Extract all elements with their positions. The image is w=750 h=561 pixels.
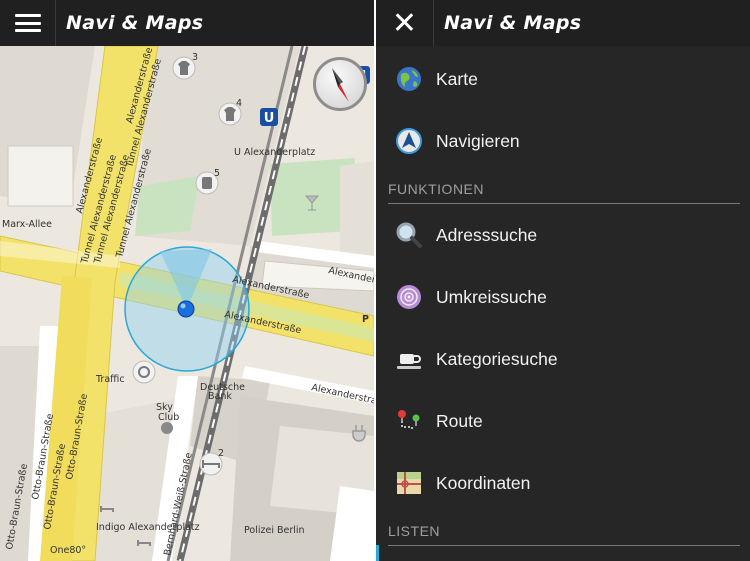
app-title: Navi & Maps — [444, 12, 582, 34]
app-bar: ✕ Navi & Maps — [376, 0, 750, 46]
map-label: 5 — [214, 168, 220, 179]
map-label: Traffic — [95, 374, 125, 385]
traffic-poi-icon[interactable] — [132, 360, 156, 384]
menu-item-karte[interactable]: Karte — [376, 48, 750, 110]
map-label: 4 — [236, 98, 242, 109]
section-title: LISTEN — [388, 523, 441, 539]
compass-needle-icon — [332, 68, 349, 102]
map-screen: Navi & Maps U Alexanderstraße Tunnel Ale… — [0, 0, 374, 561]
map-label: 3 — [192, 52, 198, 63]
map-label: One80° — [50, 545, 86, 556]
menu-item-label: Koordinaten — [436, 472, 531, 493]
map-label: Bank — [208, 391, 232, 402]
app-bar: Navi & Maps — [0, 0, 374, 46]
close-button[interactable]: ✕ — [376, 0, 434, 46]
compass-button[interactable] — [313, 57, 367, 111]
map-label: Indigo Alexanderplatz — [96, 522, 200, 533]
close-icon: ✕ — [391, 5, 418, 41]
menu-item-label: Adresssuche — [436, 224, 538, 245]
map-label: P — [362, 314, 369, 325]
map-label: Polizei Berlin — [244, 525, 305, 536]
navigation-arrow-icon — [394, 126, 424, 156]
subway-u-icon[interactable]: U — [260, 108, 278, 126]
globe-icon — [394, 64, 424, 94]
menu-button[interactable] — [0, 0, 56, 46]
menu-item-navigieren[interactable]: Navigieren — [376, 110, 750, 172]
section-header-funktionen: FUNKTIONEN — [388, 172, 740, 204]
map-label: Club — [158, 412, 179, 423]
drawer-screen: ✕ Navi & Maps Karte Navigieren FUNKTIONE… — [376, 0, 750, 561]
menu-item-adresssuche[interactable]: Adresssuche — [376, 204, 750, 266]
menu-item-kategoriesuche[interactable]: Kategoriesuche — [376, 328, 750, 390]
radius-search-icon — [394, 282, 424, 312]
menu-item-label: Karte — [436, 68, 478, 89]
scroll-edge-indicator — [376, 545, 379, 561]
section-header-listen: LISTEN — [388, 514, 740, 546]
menu-item-umkreissuche[interactable]: Umkreissuche — [376, 266, 750, 328]
map-coordinates-icon — [394, 468, 424, 498]
map-view[interactable]: U U Alexanderstraße Tunnel Alexanderstra… — [0, 46, 374, 561]
menu-item-route[interactable]: Route — [376, 390, 750, 452]
magnifier-icon — [394, 220, 424, 250]
hamburger-icon — [14, 14, 41, 32]
skyclub-poi-icon[interactable] — [161, 422, 173, 434]
section-title: FUNKTIONEN — [388, 181, 484, 197]
svg-text:U: U — [264, 111, 275, 126]
map-label: 2 — [218, 448, 224, 459]
menu-item-koordinaten[interactable]: Koordinaten — [376, 452, 750, 514]
menu-item-label: Umkreissuche — [436, 286, 547, 307]
menu-item-label: Kategoriesuche — [436, 348, 558, 369]
menu-item-label: Route — [436, 410, 483, 431]
coffee-cup-icon — [394, 344, 424, 374]
map-label: U Alexanderplatz — [234, 147, 315, 158]
navigation-drawer: Karte Navigieren FUNKTIONEN Adresssuche … — [376, 48, 750, 546]
menu-item-label: Navigieren — [436, 130, 520, 151]
map-label: Marx-Allee — [2, 219, 52, 230]
app-title: Navi & Maps — [66, 12, 204, 34]
route-pins-icon — [394, 406, 424, 436]
